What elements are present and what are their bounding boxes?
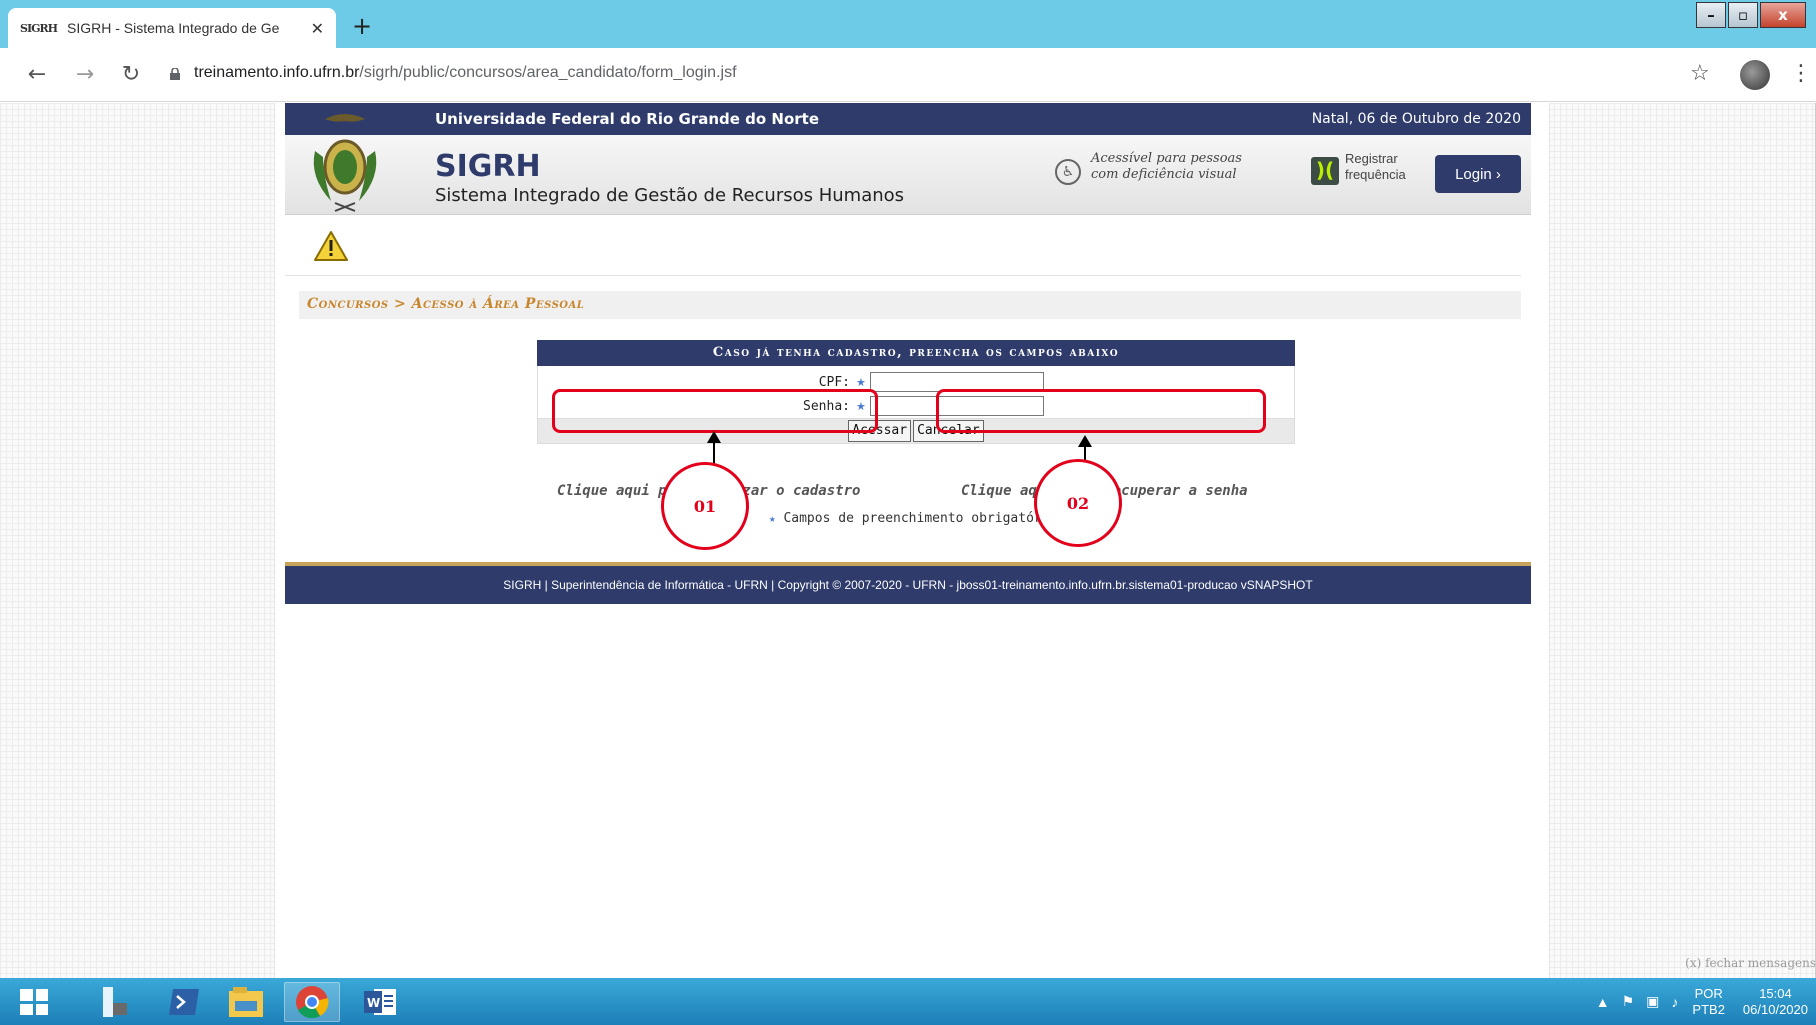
required-star-icon: ★ (856, 375, 866, 389)
cpf-label: CPF: (818, 374, 850, 390)
accessibility-line-2: com deficiência visual (1091, 167, 1237, 182)
close-tab-icon[interactable]: ✕ (311, 19, 324, 38)
register-line-2: frequência (1345, 167, 1406, 182)
university-name: Universidade Federal do Rio Grande do No… (435, 110, 820, 128)
tab-title: SIGRH - Sistema Integrado de Ge (67, 20, 280, 36)
windows-start-icon[interactable] (6, 982, 62, 1022)
app-subtitle: Sistema Integrado de Gestão de Recursos … (435, 185, 905, 206)
annotation-circle-01: 01 (661, 462, 749, 550)
url-host: treinamento.info.ufrn.br (194, 64, 360, 81)
svg-text:W: W (367, 996, 380, 1010)
network-icon[interactable]: ▣ (1646, 993, 1659, 1010)
page-content: Universidade Federal do Rio Grande do No… (274, 103, 1550, 978)
register-line-1: Registrar (1345, 151, 1398, 166)
server-manager-icon[interactable] (86, 982, 142, 1022)
alert-area (285, 216, 1521, 276)
chrome-icon[interactable] (284, 982, 340, 1022)
header-date: Natal, 06 de Outubro de 2020 (1311, 111, 1521, 127)
reload-icon[interactable]: ↻ (116, 62, 146, 87)
page-viewport: Universidade Federal do Rio Grande do No… (0, 103, 1816, 978)
word-icon[interactable]: W (352, 982, 408, 1022)
annotation-box-senha (936, 389, 1266, 433)
required-note-text: Campos de preenchimento obrigatório. (783, 511, 1066, 526)
profile-icon[interactable] (1740, 60, 1770, 90)
show-hidden-icons-icon[interactable]: ▲ (1596, 994, 1610, 1010)
warning-icon (314, 231, 348, 261)
powershell-icon[interactable] (156, 982, 212, 1022)
ufrn-crest-logo (313, 114, 377, 212)
fechar-mensagens-link[interactable]: (x) fechar mensagens (1685, 956, 1816, 970)
forward-arrow-icon[interactable]: → (70, 62, 100, 87)
system-tray: ▲ ⚑ ▣ ♪ POR PTB2 15:04 06/10/2020 (1590, 978, 1808, 1025)
menu-icon[interactable]: ⋮ (1790, 61, 1812, 86)
url-path: /sigrh/public/concursos/area_candidato/f… (359, 64, 737, 81)
page-footer: SIGRH | Superintendência de Informática … (285, 562, 1531, 604)
new-tab-icon[interactable]: + (352, 14, 372, 38)
form-caption: Caso já tenha cadastro, preencha os camp… (537, 340, 1295, 366)
language-indicator[interactable]: POR PTB2 (1692, 986, 1725, 1018)
window-controls: – ▫ x (1694, 2, 1806, 28)
browser-tab[interactable]: SIGRH SIGRH - Sistema Integrado de Ge ✕ (8, 8, 336, 48)
header-top-strip: Universidade Federal do Rio Grande do No… (285, 103, 1531, 135)
clock-time: 15:04 (1759, 985, 1792, 1001)
action-center-icon[interactable]: ⚑ (1622, 993, 1635, 1010)
annotation-box-cadastro (552, 389, 878, 433)
register-frequency-link[interactable]: Registrar frequência (1345, 151, 1435, 183)
browser-tab-bar: SIGRH SIGRH - Sistema Integrado de Ge ✕ … (0, 0, 1816, 48)
close-window-button[interactable]: x (1760, 2, 1806, 28)
windows-taskbar: W ▲ ⚑ ▣ ♪ POR PTB2 15:04 06/10/2020 (0, 978, 1816, 1025)
lang-top: POR (1694, 985, 1723, 1001)
maximize-button[interactable]: ▫ (1728, 2, 1758, 28)
required-star-icon: ★ (769, 512, 776, 525)
accessibility-link[interactable]: Acessível para pessoas com deficiência v… (1091, 151, 1261, 183)
sigrh-favicon-icon: SIGRH (20, 21, 58, 35)
breadcrumb: Concursos > Acesso à Área Pessoal (299, 291, 1521, 319)
volume-muted-icon[interactable]: ♪ (1671, 994, 1678, 1010)
taskbar-clock[interactable]: 15:04 06/10/2020 (1743, 986, 1808, 1018)
star-icon[interactable]: ☆ (1690, 61, 1710, 86)
minimize-button[interactable]: – (1696, 2, 1726, 28)
lock-icon (170, 68, 180, 80)
back-arrow-icon[interactable]: ← (22, 62, 52, 87)
app-title: SIGRH (435, 149, 541, 184)
address-bar[interactable]: treinamento.info.ufrn.br/sigrh/public/co… (194, 64, 737, 82)
login-button[interactable]: Login › (1435, 155, 1521, 193)
required-fields-note: ★ Campos de preenchimento obrigatório. (769, 511, 1065, 526)
clock-date: 06/10/2020 (1742, 1001, 1808, 1017)
header-band: SIGRH Sistema Integrado de Gestão de Rec… (285, 114, 1531, 215)
register-frequency-icon[interactable]: )( (1311, 157, 1339, 185)
lang-bottom: PTB2 (1692, 1001, 1725, 1017)
browser-toolbar: ← → ↻ treinamento.info.ufrn.br/sigrh/pub… (0, 48, 1816, 102)
accessibility-icon[interactable]: ♿ (1055, 159, 1081, 185)
file-explorer-icon[interactable] (218, 982, 274, 1022)
accessibility-line-1: Acessível para pessoas (1091, 151, 1242, 166)
annotation-circle-02: 02 (1034, 459, 1122, 547)
